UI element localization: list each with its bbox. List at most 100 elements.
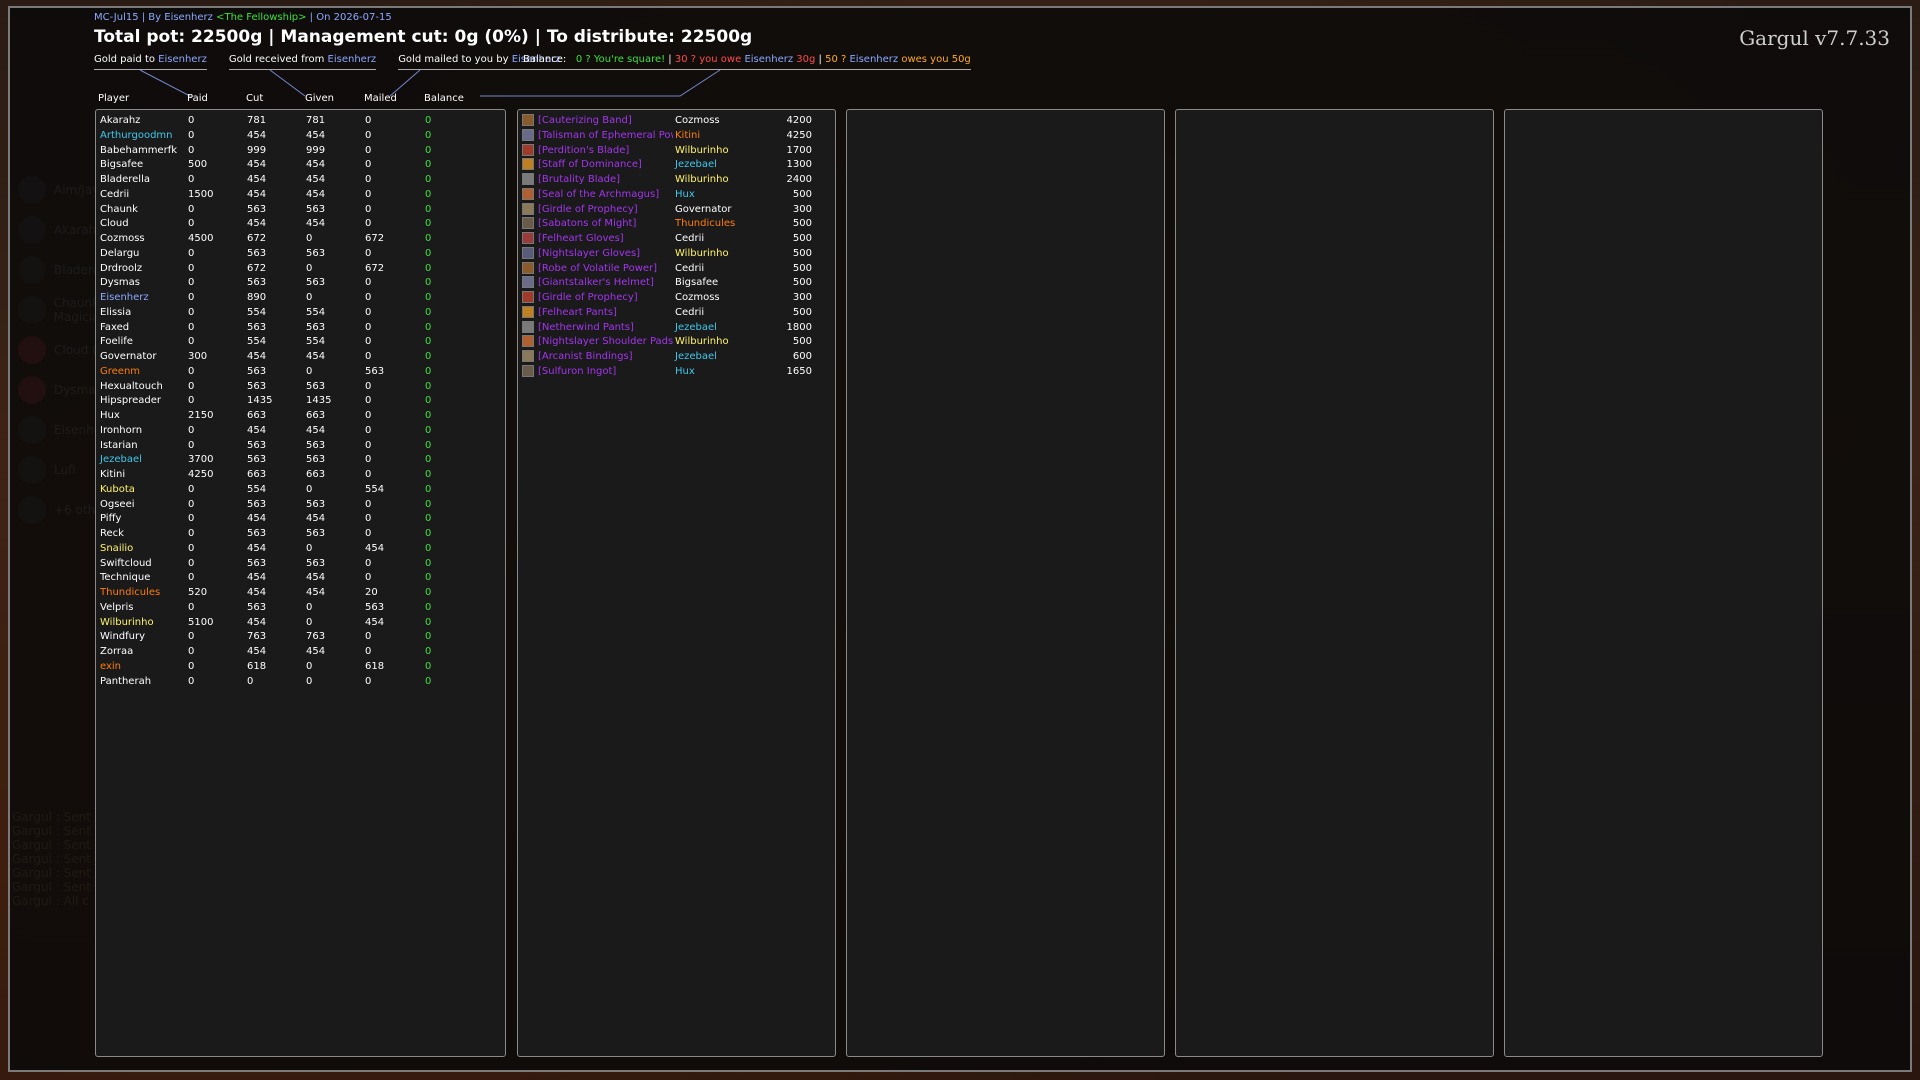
item-link[interactable]: [Brutality Blade] <box>538 173 620 187</box>
player-row[interactable]: Kubota 0 554 0 554 0 <box>96 483 496 497</box>
player-row[interactable]: Jezebael 3700 563 563 0 0 <box>96 453 496 467</box>
loot-row[interactable]: [Girdle of Prophecy] Governator 300 <box>518 202 828 217</box>
item-link[interactable]: [Netherwind Pants] <box>538 321 634 335</box>
player-row[interactable]: Swiftcloud 0 563 563 0 0 <box>96 557 496 571</box>
player-row[interactable]: Kitini 4250 663 663 0 0 <box>96 468 496 482</box>
player-row[interactable]: Istarian 0 563 563 0 0 <box>96 439 496 453</box>
item-link[interactable]: [Perdition's Blade] <box>538 144 629 158</box>
col-header-given: Given <box>305 93 334 104</box>
item-link[interactable]: [Robe of Volatile Power] <box>538 262 657 276</box>
item-link[interactable]: [Seal of the Archmagus] <box>538 188 659 202</box>
item-link[interactable]: [Staff of Dominance] <box>538 158 642 172</box>
item-link[interactable]: [Felheart Gloves] <box>538 232 624 246</box>
player-row[interactable]: Thundicules 520 454 454 20 0 <box>96 586 496 600</box>
player-row[interactable]: Bladerella 0 454 454 0 0 <box>96 173 496 187</box>
player-row[interactable]: Dysmas 0 563 563 0 0 <box>96 276 496 290</box>
player-row[interactable]: Delargu 0 563 563 0 0 <box>96 247 496 261</box>
player-row[interactable]: Reck 0 563 563 0 0 <box>96 527 496 541</box>
loot-row[interactable]: [Nightslayer Gloves] Wilburinho 500 <box>518 246 828 261</box>
loot-row[interactable]: [Talisman of Ephemeral Pow... Kitini 4250 <box>518 128 828 143</box>
item-link[interactable]: [Sulfuron Ingot] <box>538 365 616 379</box>
player-row[interactable]: Cedrii 1500 454 454 0 0 <box>96 188 496 202</box>
player-row[interactable]: Snailio 0 454 0 454 0 <box>96 542 496 556</box>
player-row[interactable]: Ogseei 0 563 563 0 0 <box>96 498 496 512</box>
item-link[interactable]: [Girdle of Prophecy] <box>538 203 638 217</box>
player-balance: 0 <box>425 557 432 569</box>
item-link[interactable]: [Sabatons of Might] <box>538 217 636 231</box>
guild-name: <The Fellowship> <box>216 12 307 23</box>
player-row[interactable]: Eisenherz 0 890 0 0 0 <box>96 291 496 305</box>
player-mailed: 0 <box>365 469 372 480</box>
loot-row[interactable]: [Cauterizing Band] Cozmoss 4200 <box>518 114 828 128</box>
player-row[interactable]: exin 0 618 0 618 0 <box>96 660 496 674</box>
player-given: 454 <box>306 351 326 362</box>
player-row[interactable]: Cozmoss 4500 672 0 672 0 <box>96 232 496 246</box>
loot-panel[interactable]: [Cauterizing Band] Cozmoss 4200 [Talisman o… <box>517 109 836 1057</box>
player-row[interactable]: Cloud 0 454 454 0 0 <box>96 217 496 231</box>
item-link[interactable]: [Nightslayer Gloves] <box>538 247 640 261</box>
loot-row[interactable]: [Brutality Blade] Wilburinho 2400 <box>518 173 828 187</box>
loot-row[interactable]: [Nightslayer Shoulder Pads] Wilburinho 500 <box>518 335 828 349</box>
player-row[interactable]: Pantherah 0 0 0 0 0 <box>96 675 496 689</box>
player-paid: 0 <box>188 483 195 495</box>
player-row[interactable]: Technique 0 454 454 0 0 <box>96 571 496 585</box>
player-given: 454 <box>306 513 326 525</box>
player-row[interactable]: Velpris 0 563 0 563 0 <box>96 601 496 615</box>
legend-tabs: Gold paid to Eisenherz Gold received fro… <box>94 54 582 70</box>
player-row[interactable]: Chaunk 0 563 563 0 0 <box>96 203 496 217</box>
tab-label: Gold received from <box>228 54 328 65</box>
player-row[interactable]: Drdroolz 0 672 0 672 0 <box>96 262 496 276</box>
player-row[interactable]: Windfury 0 763 763 0 0 <box>96 630 496 644</box>
player-cut: 454 <box>247 572 267 584</box>
item-link[interactable]: [Talisman of Ephemeral Pow... <box>538 129 673 143</box>
loot-row[interactable]: [Robe of Volatile Power] Cedrii 500 <box>518 261 828 276</box>
player-cut: 454 <box>247 188 267 200</box>
loot-row[interactable]: [Perdition's Blade] Wilburinho 1700 <box>518 143 828 158</box>
player-row[interactable]: Faxed 0 563 563 0 0 <box>96 321 496 335</box>
player-row[interactable]: Governator 300 454 454 0 0 <box>96 350 496 364</box>
player-row[interactable]: Arthurgoodmn 0 454 454 0 0 <box>96 129 496 143</box>
player-balance: 0 <box>425 277 432 289</box>
player-row[interactable]: Hexualtouch 0 563 563 0 0 <box>96 380 496 394</box>
player-row[interactable]: Foelife 0 554 554 0 0 <box>96 335 496 349</box>
player-paid: 0 <box>188 306 195 318</box>
player-row[interactable]: Ironhorn 0 454 454 0 0 <box>96 424 496 438</box>
item-link[interactable]: [Giantstalker's Helmet] <box>538 276 654 290</box>
player-given: 563 <box>306 498 326 510</box>
player-mailed: 563 <box>365 365 385 377</box>
player-row[interactable]: Piffy 0 454 454 0 0 <box>96 512 496 526</box>
loot-row[interactable]: [Felheart Gloves] Cedrii 500 <box>518 232 828 246</box>
player-row[interactable]: Akarahz 0 781 781 0 0 <box>96 114 496 128</box>
players-panel[interactable]: Akarahz 0 781 781 0 0 Arthurgoodmn 0 454 454 0 0 Bab… <box>95 109 506 1057</box>
player-row[interactable]: Greenm 0 563 0 563 0 <box>96 365 496 379</box>
loot-row[interactable]: [Sulfuron Ingot] Hux 1650 <box>518 364 828 379</box>
loot-row[interactable]: [Netherwind Pants] Jezebael 1800 <box>518 320 828 335</box>
loot-row[interactable]: [Felheart Pants] Cedrii 500 <box>518 305 828 320</box>
item-link[interactable]: [Girdle of Prophecy] <box>538 291 638 305</box>
loot-row[interactable]: [Sabatons of Might] Thundicules 500 <box>518 217 828 231</box>
loot-row[interactable]: [Seal of the Archmagus] Hux 500 <box>518 187 828 202</box>
player-row[interactable]: Hipspreader 0 1435 1435 0 0 <box>96 394 496 408</box>
item-link[interactable]: [Felheart Pants] <box>538 306 617 320</box>
item-price: 500 <box>792 306 812 318</box>
loot-row[interactable]: [Girdle of Prophecy] Cozmoss 300 <box>518 291 828 305</box>
loot-row[interactable]: [Staff of Dominance] Jezebael 1300 <box>518 158 828 172</box>
player-mailed: 672 <box>365 233 385 244</box>
gloves-icon <box>522 232 534 244</box>
player-row[interactable]: Zorraa 0 454 454 0 0 <box>96 645 496 659</box>
player-row[interactable]: Wilburinho 5100 454 0 454 0 <box>96 616 496 630</box>
player-row[interactable]: Bigsafee 500 454 454 0 0 <box>96 158 496 172</box>
loot-row[interactable]: [Giantstalker's Helmet] Bigsafee 500 <box>518 276 828 290</box>
player-balance: 0 <box>425 351 432 362</box>
item-link[interactable]: [Cauterizing Band] <box>538 114 632 128</box>
player-row[interactable]: Hux 2150 663 663 0 0 <box>96 409 496 423</box>
item-link[interactable]: [Nightslayer Shoulder Pads] <box>538 335 673 349</box>
item-link[interactable]: [Arcanist Bindings] <box>538 350 633 364</box>
loot-row[interactable]: [Arcanist Bindings] Jezebael 600 <box>518 350 828 364</box>
player-mailed: 0 <box>365 115 372 126</box>
item-winner: Wilburinho <box>675 174 729 185</box>
player-row[interactable]: Babehammerfk 0 999 999 0 0 <box>96 144 496 158</box>
player-paid: 0 <box>188 660 195 672</box>
player-paid: 4500 <box>188 233 214 244</box>
player-row[interactable]: Elissia 0 554 554 0 0 <box>96 306 496 320</box>
